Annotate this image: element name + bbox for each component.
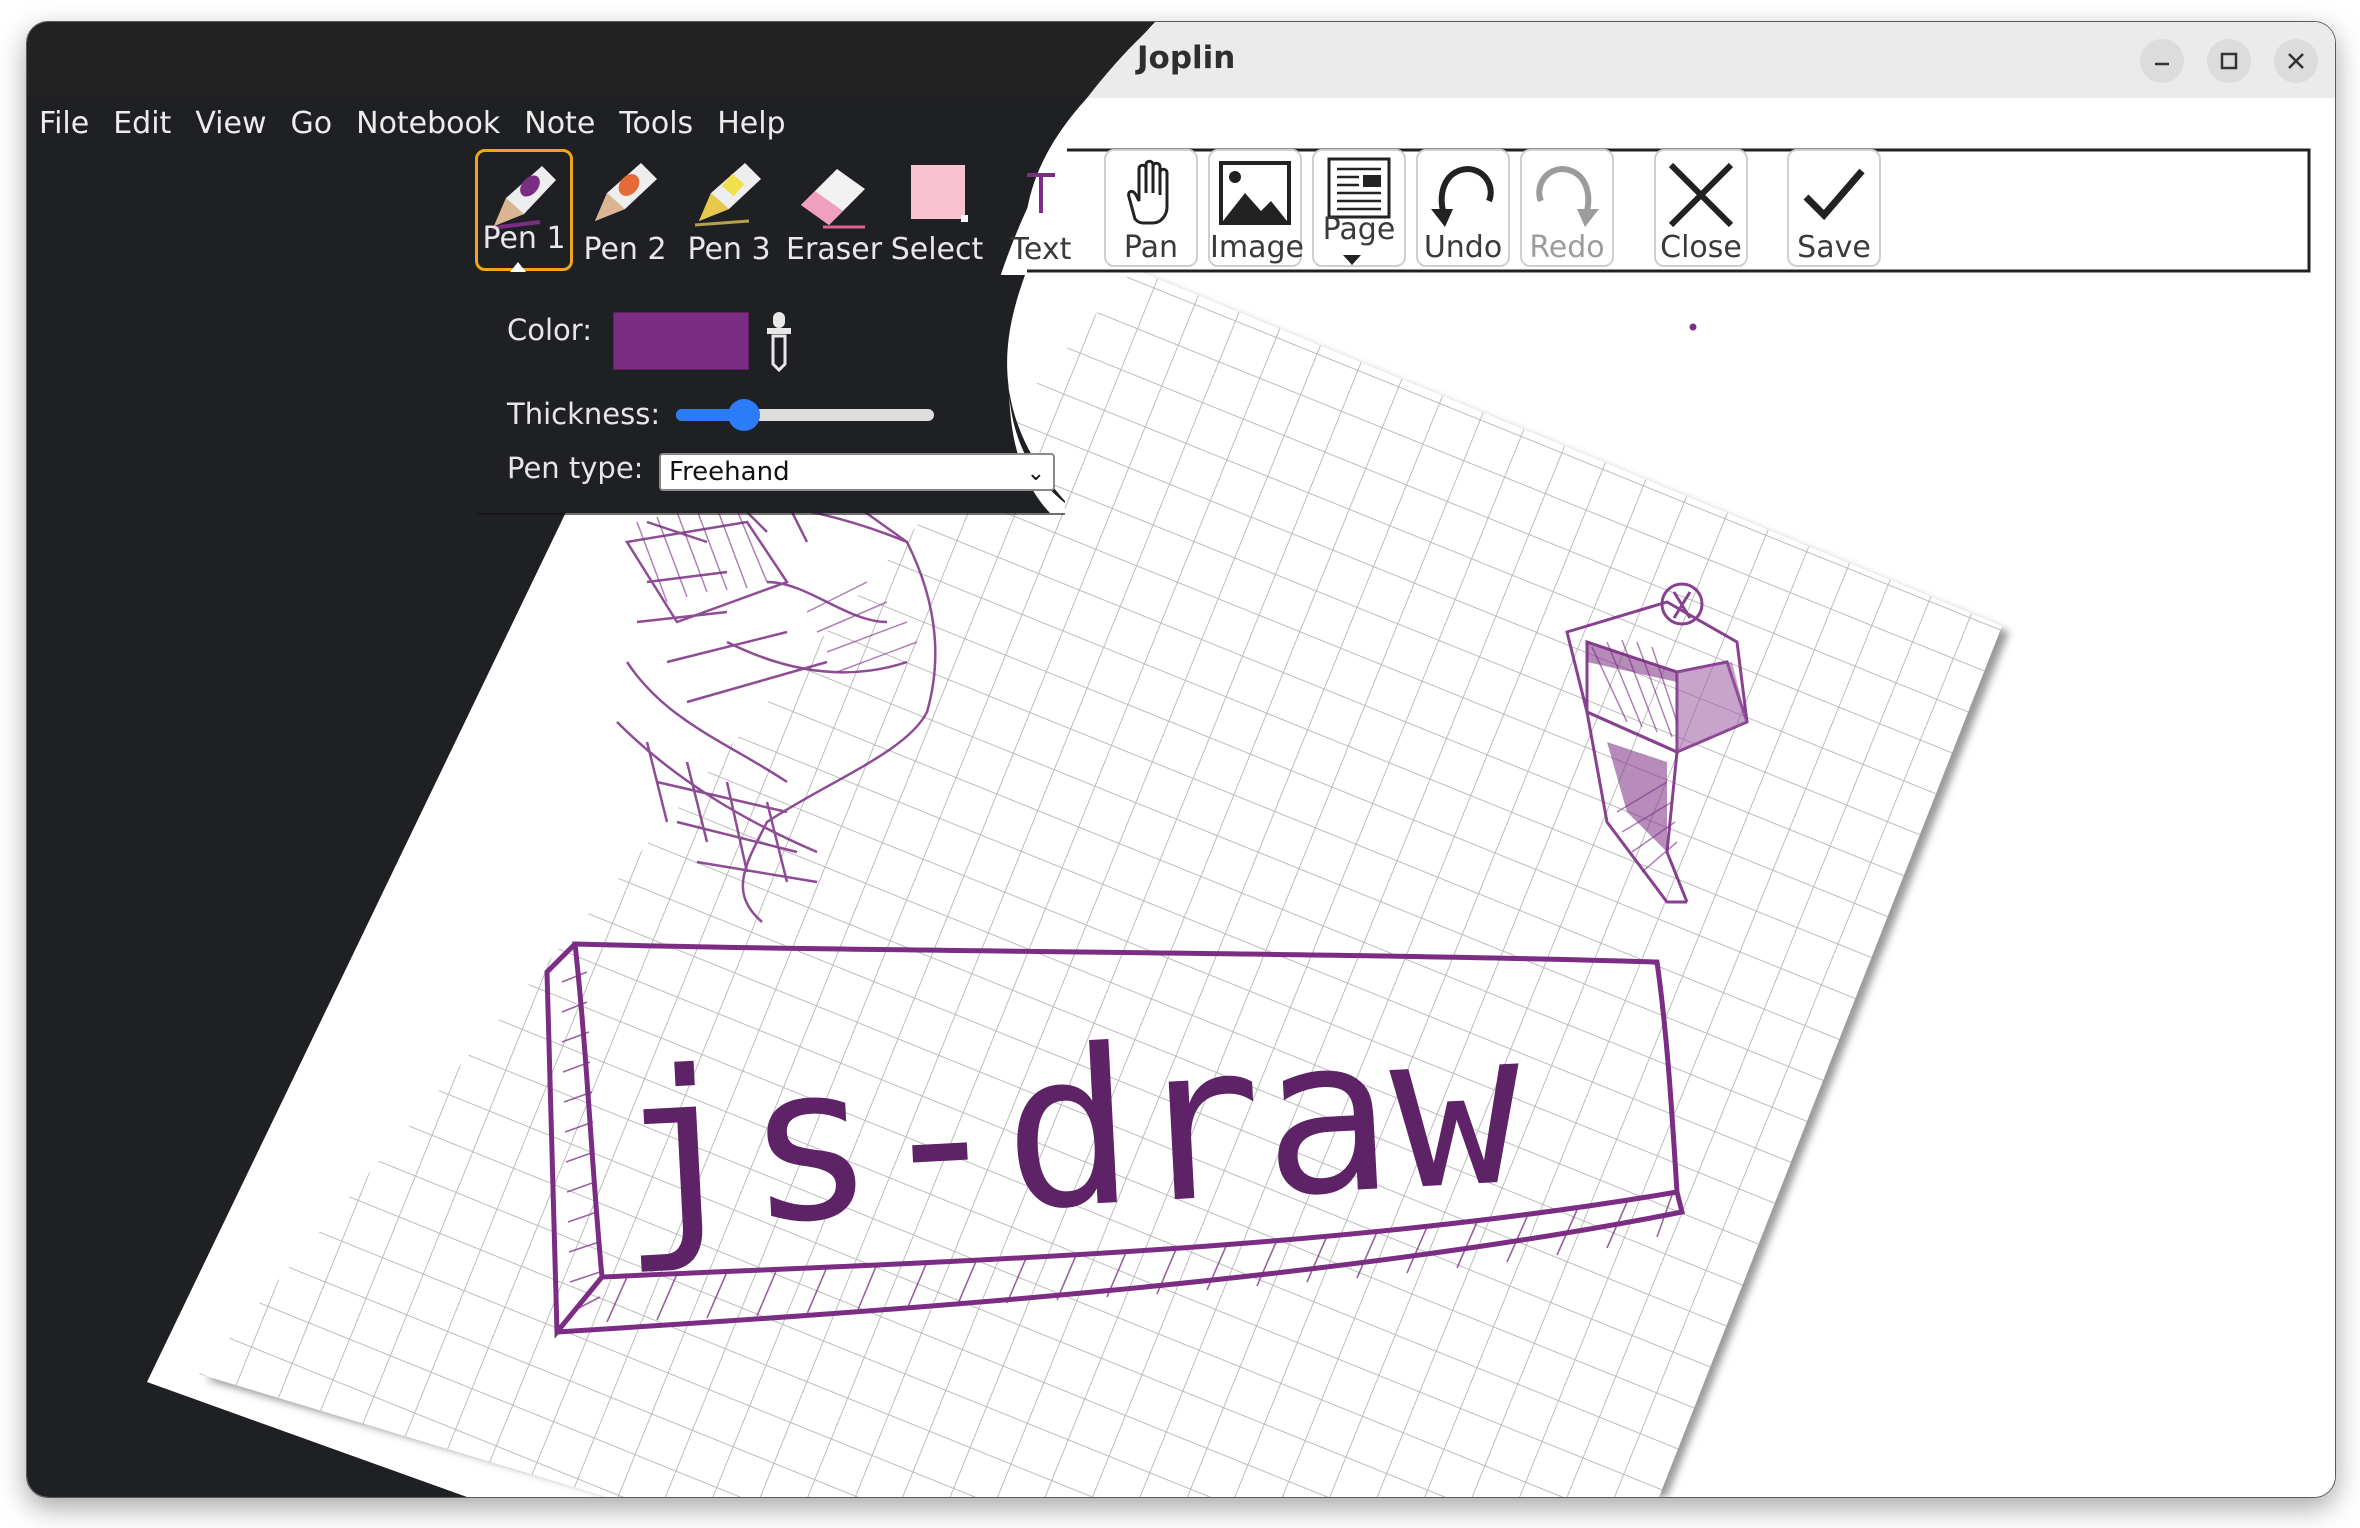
eraser-tool-button[interactable]: Eraser <box>786 149 883 267</box>
save-button[interactable]: Save <box>1787 149 1881 267</box>
select-label: Select <box>890 232 984 267</box>
undo-button[interactable]: Undo <box>1416 149 1510 267</box>
text-label: Text <box>1010 232 1072 267</box>
minimize-button[interactable] <box>2140 39 2184 83</box>
app-window: js-draw Joplin File Edit View Go Noteboo… <box>26 21 2336 1498</box>
page-label: Page <box>1322 212 1396 247</box>
pen-options-panel: Color: Thickness: Pen type: Freehand ⌄ <box>477 275 1065 515</box>
menu-go[interactable]: Go <box>279 98 345 150</box>
eraser-label: Eraser <box>786 232 883 267</box>
checkmark-icon <box>1803 168 1865 221</box>
thickness-label: Thickness: <box>507 397 661 431</box>
menu-tools[interactable]: Tools <box>607 98 705 150</box>
pen-type-value: Freehand <box>669 457 790 487</box>
pen-type-select[interactable]: Freehand ⌄ <box>659 453 1055 491</box>
maximize-button[interactable] <box>2207 39 2251 83</box>
text-icon <box>1027 173 1055 213</box>
menu-file[interactable]: File <box>27 98 101 150</box>
pen-icon <box>595 163 657 221</box>
eraser-icon <box>801 169 865 229</box>
dropdown-caret-icon <box>1343 255 1361 265</box>
pen1-label: Pen 1 <box>482 221 566 256</box>
color-swatch-button[interactable] <box>613 312 749 370</box>
color-label: Color: <box>507 313 592 347</box>
maximize-icon <box>2220 52 2238 70</box>
pen-type-label: Pen type: <box>507 451 644 485</box>
select-icon <box>911 165 968 222</box>
save-label: Save <box>1797 230 1871 265</box>
image-icon <box>1219 161 1291 225</box>
close-label: Close <box>1660 230 1742 265</box>
close-icon <box>2288 53 2304 69</box>
pen1-tool-button[interactable]: Pen 1 <box>475 149 573 272</box>
image-tool-button[interactable]: Image <box>1208 149 1304 267</box>
redo-icon <box>1536 165 1599 227</box>
pen2-label: Pen 2 <box>583 232 667 267</box>
hand-icon <box>1127 159 1169 225</box>
pen3-tool-button[interactable]: Pen 3 <box>682 149 776 267</box>
menu-bar: File Edit View Go Notebook Note Tools He… <box>27 98 798 150</box>
pan-tool-button[interactable]: Pan <box>1104 149 1198 267</box>
minimize-icon <box>2155 62 2169 66</box>
undo-icon <box>1431 165 1494 227</box>
close-editor-button[interactable]: Close <box>1654 149 1748 267</box>
menu-help[interactable]: Help <box>705 98 797 150</box>
close-window-button[interactable] <box>2274 39 2318 83</box>
text-tool-button[interactable]: Text <box>994 149 1088 267</box>
close-icon <box>1668 162 1734 228</box>
window-title: Joplin <box>1137 40 1236 76</box>
pan-label: Pan <box>1123 230 1179 265</box>
highlighter-icon <box>694 163 761 227</box>
chevron-down-icon: ⌄ <box>1026 461 1045 486</box>
pen2-tool-button[interactable]: Pen 2 <box>578 149 672 267</box>
thickness-slider[interactable] <box>676 399 934 431</box>
page-tool-button[interactable]: Page <box>1312 149 1406 267</box>
pen3-label: Pen 3 <box>687 232 771 267</box>
menu-view[interactable]: View <box>183 98 278 150</box>
menu-edit[interactable]: Edit <box>101 98 183 150</box>
thickness-thumb[interactable] <box>727 399 760 431</box>
menu-note[interactable]: Note <box>512 98 607 150</box>
eyedropper-icon[interactable] <box>759 310 799 372</box>
image-label: Image <box>1210 230 1304 265</box>
select-tool-button[interactable]: Select <box>890 149 984 267</box>
redo-button[interactable]: Redo <box>1520 149 1614 267</box>
undo-label: Undo <box>1423 230 1503 265</box>
redo-label: Redo <box>1529 230 1605 265</box>
menu-notebook[interactable]: Notebook <box>344 98 512 150</box>
